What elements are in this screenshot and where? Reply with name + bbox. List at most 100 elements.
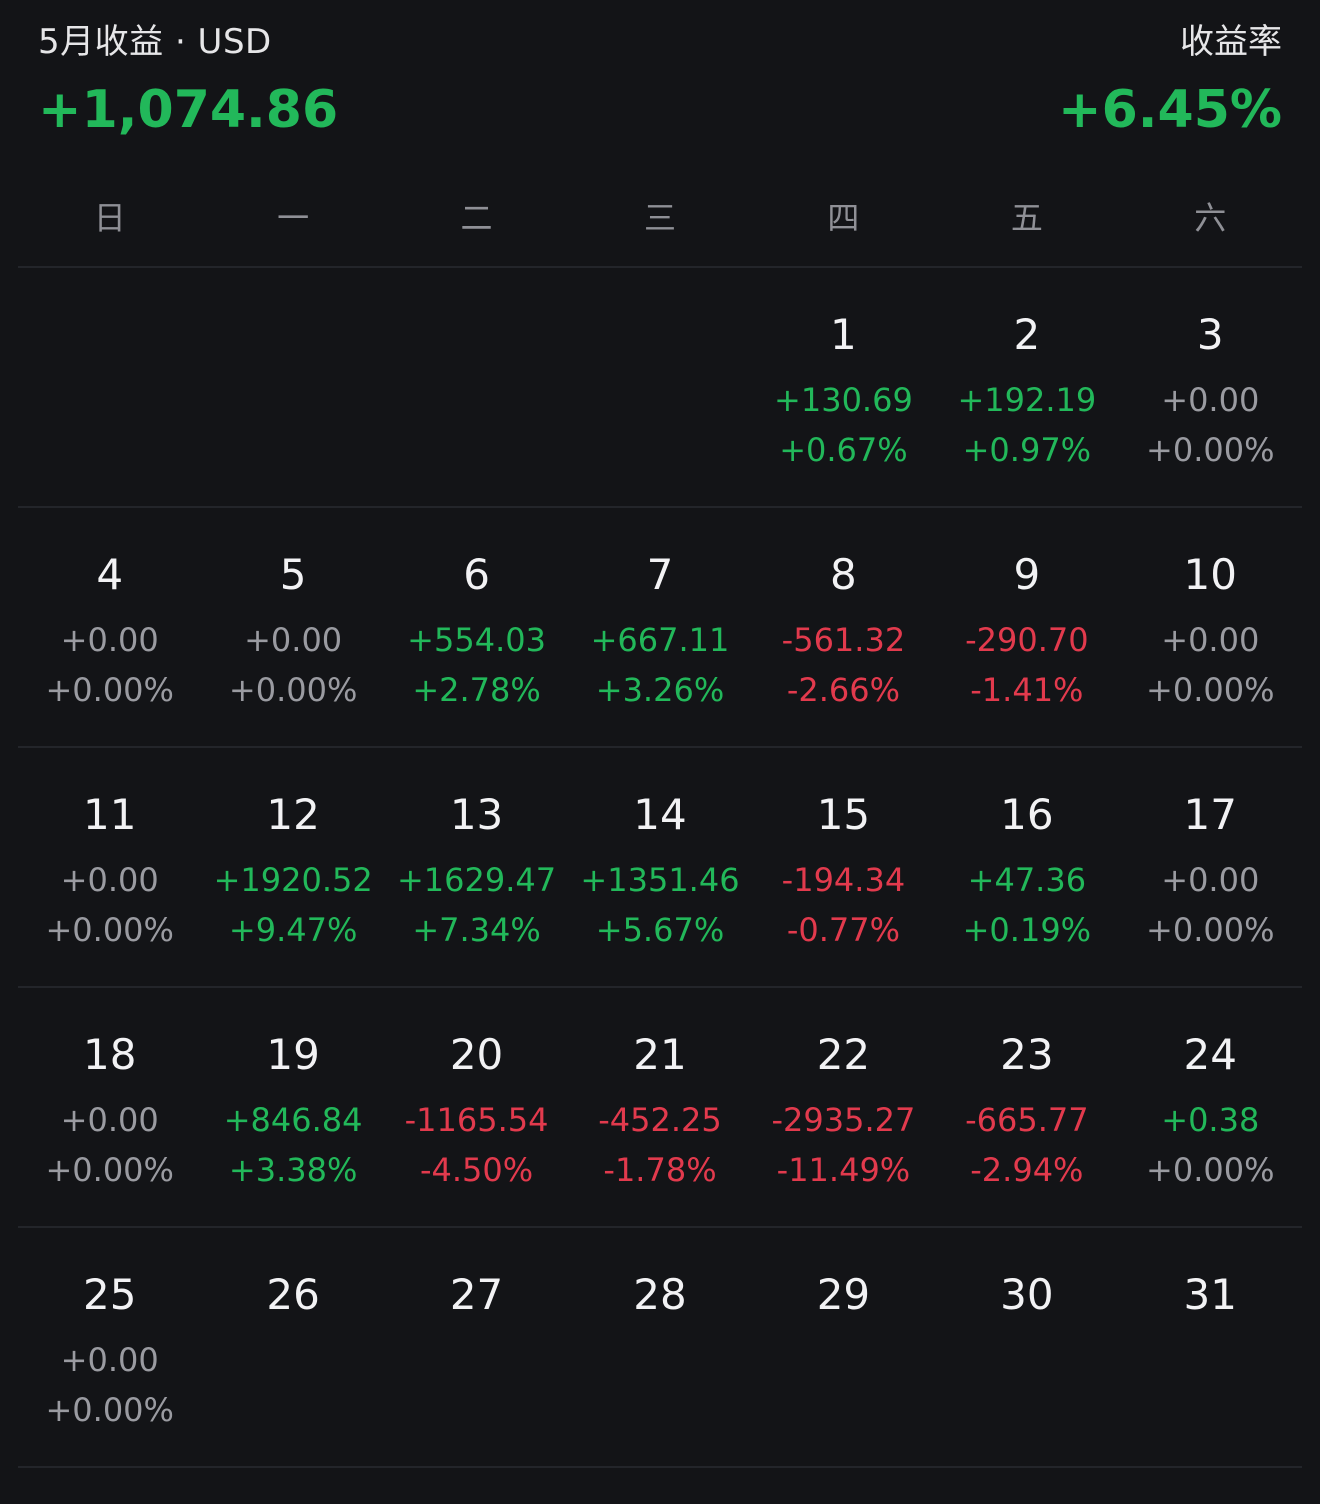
- day-number: 22: [816, 1030, 871, 1079]
- day-number: 8: [830, 550, 857, 599]
- calendar-day-cell[interactable]: 19 +846.84 +3.38%: [201, 988, 384, 1226]
- calendar-week-row: 25 +0.00 +0.00% 26 27 28 29 30 31: [18, 1228, 1302, 1468]
- day-profit-value: +0.00: [60, 621, 159, 659]
- calendar-day-cell[interactable]: 2 +192.19 +0.97%: [935, 268, 1118, 506]
- day-profit-value: +0.00: [60, 1341, 159, 1379]
- calendar-week-row: 11 +0.00 +0.00% 12 +1920.52 +9.47% 13 +1629.47 +…: [18, 748, 1302, 988]
- calendar-day-cell[interactable]: 7 +667.11 +3.26%: [568, 508, 751, 746]
- day-profit-rate: +0.97%: [962, 431, 1092, 469]
- calendar-day-cell[interactable]: 31: [1119, 1228, 1302, 1466]
- day-profit-rate: +0.00%: [45, 1391, 174, 1429]
- day-profit-rate: +0.00%: [45, 911, 174, 949]
- day-number: 20: [449, 1030, 504, 1079]
- day-number: 16: [1000, 790, 1054, 839]
- day-number: 1: [830, 310, 857, 359]
- day-profit-value: +130.69: [774, 381, 913, 419]
- day-number: 29: [816, 1270, 871, 1319]
- day-number: 17: [1183, 790, 1237, 839]
- calendar-day-cell[interactable]: 9 -290.70 -1.41%: [935, 508, 1118, 746]
- day-number: 3: [1196, 310, 1224, 359]
- day-profit-value: +0.38: [1161, 1101, 1260, 1139]
- calendar-day-cell[interactable]: 8 -561.32 -2.66%: [752, 508, 935, 746]
- day-number: 26: [266, 1270, 320, 1319]
- day-number: 19: [266, 1030, 320, 1079]
- day-profit-value: +1629.47: [396, 861, 557, 899]
- day-profit-rate: +2.78%: [412, 671, 541, 709]
- calendar-day-cell[interactable]: 1 +130.69 +0.67%: [752, 268, 935, 506]
- weekday-mon: 一: [277, 199, 310, 237]
- calendar-day-cell[interactable]: 27: [385, 1228, 568, 1466]
- day-profit-value: +0.00: [244, 621, 343, 659]
- weekday-sat: 六: [1194, 199, 1227, 237]
- calendar-day-cell[interactable]: 5 +0.00 +0.00%: [201, 508, 384, 746]
- day-profit-rate: +0.00%: [1146, 911, 1275, 949]
- day-profit-value: -561.32: [781, 621, 906, 659]
- calendar-day-cell[interactable]: 6 +554.03 +2.78%: [385, 508, 568, 746]
- day-number: 23: [1000, 1030, 1054, 1079]
- calendar-day-cell[interactable]: 23 -665.77 -2.94%: [935, 988, 1118, 1226]
- day-number: 14: [633, 790, 687, 839]
- calendar-day-cell[interactable]: 20 -1165.54 -4.50%: [385, 988, 568, 1226]
- calendar-empty-cell: [18, 268, 201, 506]
- day-profit-value: +554.03: [407, 621, 546, 659]
- calendar-day-cell[interactable]: 18 +0.00 +0.00%: [18, 988, 201, 1226]
- day-profit-value: -290.70: [965, 621, 1089, 659]
- day-number: 11: [82, 790, 137, 839]
- day-profit-rate: +0.00%: [45, 1151, 174, 1189]
- calendar-day-cell[interactable]: 30: [935, 1228, 1118, 1466]
- calendar-day-cell[interactable]: 4 +0.00 +0.00%: [18, 508, 201, 746]
- day-profit-rate: -2.66%: [786, 671, 901, 709]
- total-rate-value: +6.45%: [1058, 80, 1282, 140]
- calendar-day-cell[interactable]: 21 -452.25 -1.78%: [568, 988, 751, 1226]
- weekday-fri: 五: [1010, 199, 1043, 237]
- day-profit-rate: -11.49%: [776, 1151, 911, 1189]
- day-profit-value: +1920.52: [213, 861, 373, 899]
- calendar-day-cell[interactable]: 26: [201, 1228, 384, 1466]
- month-profit-title: 5月收益 · USD: [38, 22, 272, 62]
- calendar-day-cell[interactable]: 16 +47.36 +0.19%: [935, 748, 1118, 986]
- calendar-day-cell[interactable]: 22 -2935.27 -11.49%: [752, 988, 935, 1226]
- total-profit-value: +1,074.86: [38, 80, 339, 140]
- calendar-day-cell[interactable]: 14 +1351.46 +5.67%: [568, 748, 751, 986]
- day-number: 28: [633, 1270, 687, 1319]
- weekday-tue: 二: [460, 199, 493, 237]
- day-number: 9: [1013, 550, 1041, 599]
- calendar-day-cell[interactable]: 11 +0.00 +0.00%: [18, 748, 201, 986]
- day-profit-rate: +7.34%: [412, 911, 541, 949]
- calendar-day-cell[interactable]: 3 +0.00 +0.00%: [1119, 268, 1302, 506]
- calendar-day-cell[interactable]: 10 +0.00 +0.00%: [1119, 508, 1302, 746]
- day-number: 15: [816, 790, 871, 839]
- day-profit-value: -194.34: [781, 861, 906, 899]
- calendar-day-cell[interactable]: 12 +1920.52 +9.47%: [201, 748, 384, 986]
- day-profit-value: +0.00: [60, 861, 159, 899]
- weekday-wed: 三: [643, 199, 676, 237]
- day-number: 4: [96, 550, 124, 599]
- day-profit-rate: +0.67%: [779, 431, 908, 469]
- day-number: 21: [633, 1030, 687, 1079]
- day-profit-rate: -1.78%: [603, 1151, 717, 1189]
- day-profit-value: +0.00: [1161, 861, 1260, 899]
- day-number: 12: [266, 790, 320, 839]
- day-profit-rate: +9.47%: [228, 911, 358, 949]
- day-profit-value: +667.11: [590, 621, 730, 659]
- day-number: 25: [82, 1270, 137, 1319]
- calendar-day-cell[interactable]: 13 +1629.47 +7.34%: [385, 748, 568, 986]
- calendar-day-cell[interactable]: 17 +0.00 +0.00%: [1119, 748, 1302, 986]
- calendar-day-cell[interactable]: 24 +0.38 +0.00%: [1119, 988, 1302, 1226]
- day-number: 30: [1000, 1270, 1054, 1319]
- day-profit-rate: +3.38%: [228, 1151, 358, 1189]
- day-profit-rate: -4.50%: [419, 1151, 534, 1189]
- calendar-day-cell[interactable]: 29: [752, 1228, 935, 1466]
- calendar-day-cell[interactable]: 28: [568, 1228, 751, 1466]
- calendar-grid: 1 +130.69 +0.67% 2 +192.19 +0.97% 3 +0.00 +0.00%…: [18, 268, 1302, 1468]
- day-number: 5: [279, 550, 307, 599]
- day-profit-rate: +3.26%: [595, 671, 725, 709]
- day-profit-rate: +0.00%: [45, 671, 174, 709]
- day-profit-value: +0.00: [60, 1101, 159, 1139]
- calendar-day-cell[interactable]: 15 -194.34 -0.77%: [752, 748, 935, 986]
- day-profit-value: -1165.54: [404, 1101, 549, 1139]
- day-profit-value: +0.00: [1161, 621, 1260, 659]
- calendar-day-cell[interactable]: 25 +0.00 +0.00%: [18, 1228, 201, 1466]
- day-profit-rate: +0.00%: [228, 671, 358, 709]
- day-profit-rate: +0.00%: [1146, 431, 1275, 469]
